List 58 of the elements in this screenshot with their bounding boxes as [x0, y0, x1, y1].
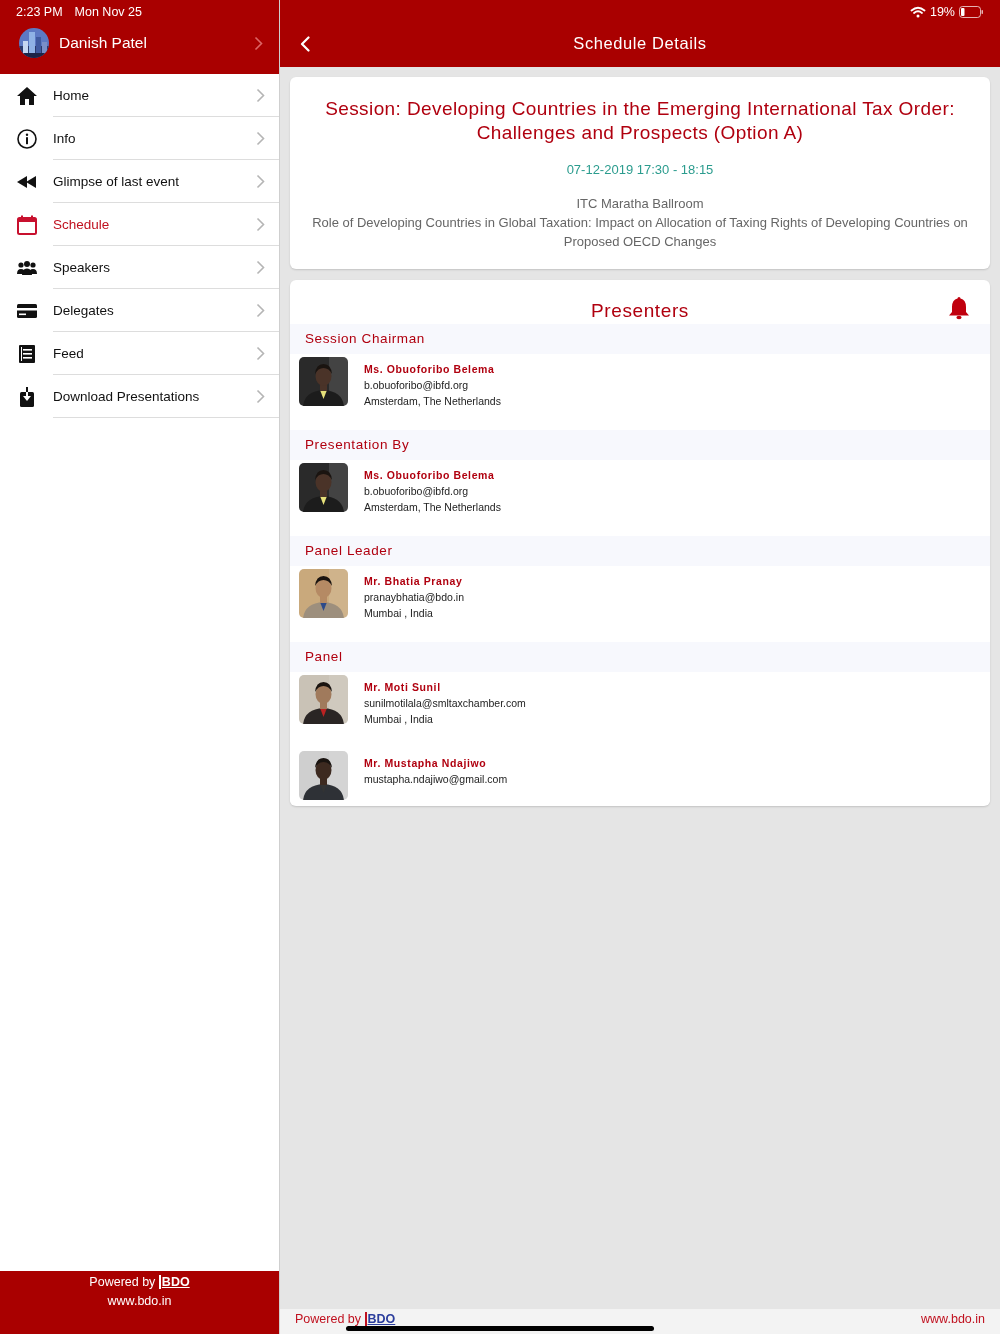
status-date: Mon Nov 25 — [74, 5, 142, 21]
menu-item[interactable]: Delegates — [0, 289, 279, 332]
presenter-name[interactable]: Mr. Moti Sunil — [364, 679, 526, 695]
presenter-name[interactable]: Mr. Mustapha Ndajiwo — [364, 755, 508, 771]
session-venue: ITC Maratha Ballroom — [576, 195, 704, 213]
role-heading: Panel — [305, 648, 343, 666]
presenter-location: Mumbai , India — [364, 712, 434, 727]
chevron-icon — [256, 260, 265, 275]
menu-item[interactable]: Download Presentations — [0, 375, 279, 418]
powered-by-text: Powered by — [295, 1312, 361, 1326]
back-icon — [300, 36, 310, 52]
bell-icon[interactable] — [948, 296, 970, 320]
section-heading: Presenters — [591, 300, 689, 322]
chevron-icon — [256, 389, 265, 404]
presenter-email: pranaybhatia@bdo.in — [364, 590, 464, 605]
presenter-email: b.obuoforibo@ibfd.org — [364, 484, 470, 499]
powered-by-text: Powered by — [89, 1275, 156, 1289]
menu-item[interactable]: Speakers — [0, 246, 279, 289]
chevron-icon — [256, 217, 265, 232]
website-link[interactable]: www.bdo.in — [107, 1294, 172, 1308]
menu-item[interactable]: Home — [0, 74, 279, 117]
profile-row[interactable]: Danish Patel — [19, 21, 279, 65]
info-icon — [15, 127, 38, 150]
chevron-icon — [256, 88, 265, 103]
presenter-email: mustapha.ndajiwo@gmail.com — [364, 772, 508, 787]
calendar-icon — [15, 213, 38, 236]
presenter-location: Amsterdam, The Netherlands — [364, 500, 501, 515]
chevron-icon — [256, 131, 265, 146]
brand-logo[interactable]: BDO — [158, 1275, 190, 1289]
chevron-icon — [254, 35, 263, 51]
session-title: Session: Developing Countries in the Emerging International Tax Order: Challenges and Prospects (Option A) — [324, 97, 956, 145]
role-heading: Presentation By — [305, 436, 410, 454]
role-heading: Panel Leader — [305, 542, 393, 560]
presenter-name[interactable]: Ms. Obuoforibo Belema — [364, 361, 501, 377]
chevron-icon — [256, 346, 265, 361]
page-title: Schedule Details — [573, 34, 707, 52]
profile-name: Danish Patel — [59, 34, 148, 52]
website-link[interactable]: www.bdo.in — [921, 1312, 985, 1326]
presenter-name[interactable]: Ms. Obuoforibo Belema — [364, 467, 501, 483]
menu-item[interactable]: Schedule — [0, 203, 279, 246]
presenter-email: b.obuoforibo@ibfd.org — [364, 378, 470, 393]
presenter-location: Mumbai , India — [364, 606, 434, 621]
status-time: 2:23 PM — [16, 5, 63, 21]
home-icon — [15, 84, 38, 107]
battery-percent: 19% — [929, 5, 955, 19]
session-datetime: 07-12-2019 17:30 - 18:15 — [566, 162, 714, 177]
wifi-icon — [909, 6, 926, 18]
menu-item[interactable]: Info — [0, 117, 279, 160]
menu-item[interactable]: Feed — [0, 332, 279, 375]
session-description: Role of Developing Countries in Global Taxation: Impact on Allocation of Taxing Rights of Developing Countries on Proposed OECD Changes — [311, 214, 969, 251]
presenter-name[interactable]: Mr. Bhatia Pranay — [364, 573, 464, 589]
battery-icon — [959, 6, 984, 18]
presenter-email: sunilmotilala@smltaxchamber.com — [364, 696, 526, 711]
chevron-icon — [256, 174, 265, 189]
chevron-icon — [256, 303, 265, 318]
menu-item[interactable]: Glimpse of last event — [0, 160, 279, 203]
role-heading: Session Chairman — [305, 330, 425, 348]
presenter-location: Amsterdam, The Netherlands — [364, 394, 501, 409]
